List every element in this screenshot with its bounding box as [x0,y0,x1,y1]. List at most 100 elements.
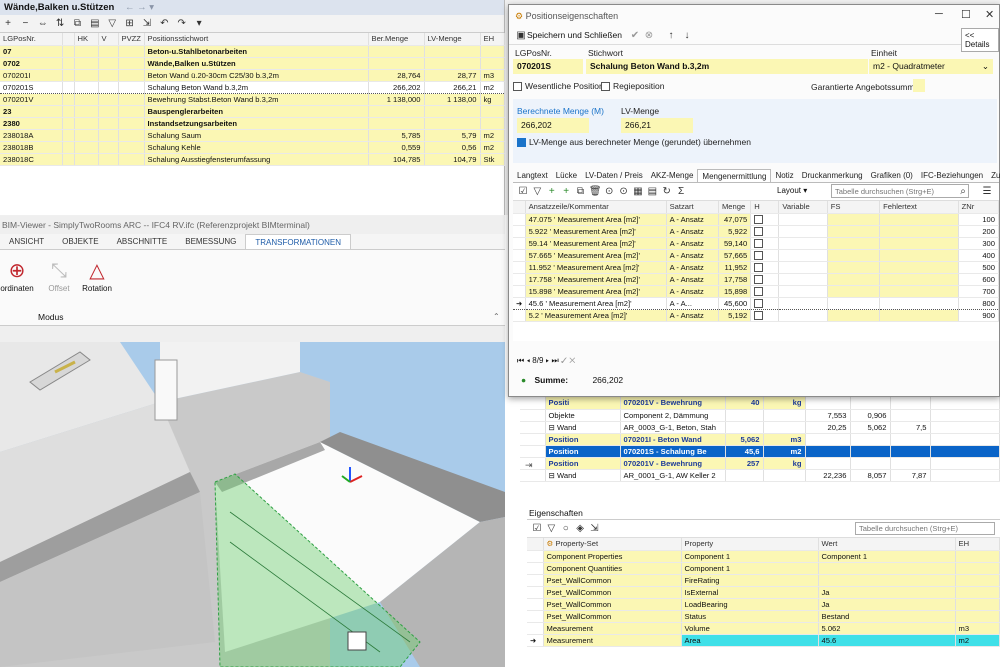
ansatz-cell[interactable]: 5.2 ' Measurement Area [m2]' [525,309,667,322]
ansatz-cell[interactable]: 57.665 ' Measurement Area [m2]' [525,249,667,262]
variable-cell[interactable] [778,237,828,250]
position-row[interactable]: 070201I Beton Wand ü.20-30cm C25/30 b.3,2… [0,69,505,82]
fs-cell[interactable] [827,249,881,262]
tab-notiz[interactable]: Notiz [771,169,797,182]
variable-cell[interactable] [778,249,828,262]
garantiert-field[interactable] [913,79,925,92]
variable-cell[interactable] [778,296,828,310]
tab-druckanmerkung[interactable]: Druckanmerkung [798,169,867,182]
row-indicator[interactable] [527,550,544,563]
h-checkbox-cell[interactable] [750,285,780,298]
props-col-propertyset[interactable]: ⚙ Property-Set [543,538,682,551]
position-row[interactable]: 070201V Bewehrung Stabst.Beton Wand b.3,2… [0,93,505,106]
position-col-2[interactable]: HK [74,33,99,46]
row-indicator[interactable] [527,586,544,599]
add-icon[interactable]: + [2,18,14,30]
tab-ansicht[interactable]: ANSICHT [0,234,53,249]
settings-icon[interactable]: ▾ [193,18,205,30]
h-checkbox-cell[interactable] [750,273,780,286]
position-col-7[interactable]: LV-Menge [424,33,481,46]
h-checkbox-cell[interactable] [750,225,780,238]
position-row[interactable]: 0702 Wände,Balken u.Stützen [0,57,505,70]
position-row[interactable]: 238018C Schalung Ausstiegfensterumfassung… [0,153,505,166]
props-col-wert[interactable]: Wert [818,538,956,551]
formula-icon[interactable]: ▤ [646,186,658,198]
ifc-tree-row[interactable]: ⊟ Wand AR_0003_G-1, Beton, Stah 20,25 5,062… [520,421,1000,434]
einheit-select[interactable]: m2 - Quadratmeter ⌄ [869,59,993,74]
h-checkbox[interactable] [754,250,764,260]
variable-cell[interactable] [778,273,828,286]
position-row[interactable]: 238018A Schalung Saum 5,785 5,79 m2 [0,129,505,142]
regie-checkbox[interactable]: Regieposition [601,81,665,92]
ifc-tree-row[interactable]: Objekte Component 2, Dämmung 7,553 0,906 [520,409,1000,422]
row-indicator[interactable] [527,562,544,575]
lv-menge-field[interactable]: 266,21 [621,118,693,133]
stichwort-field[interactable]: Schalung Beton Wand b.3,2m [586,59,868,74]
link-icon[interactable]: ⇲ [589,523,601,535]
mengen-row[interactable]: 57.665 ' Measurement Area [m2]' A - Ansat… [513,249,999,262]
h-checkbox-cell[interactable] [750,261,780,274]
row-indicator[interactable] [513,285,526,298]
mengen-row[interactable]: 11.952 ' Measurement Area [m2]' A - Ansat… [513,261,999,274]
mengen-col-7[interactable]: ZNr [958,201,999,214]
remove-icon[interactable]: − [19,18,31,30]
position-col-1[interactable] [62,33,75,46]
undo-icon[interactable]: ↶ [158,18,170,30]
copy-icon[interactable]: ⧉ [72,18,84,30]
redo-icon[interactable]: ↷ [176,18,188,30]
props-col-property[interactable]: Property [681,538,819,551]
ifc-tree-row[interactable]: Positi 070201V - Bewehrung 40 kg [520,397,1000,410]
move-up-icon[interactable]: ⊙ [603,186,615,198]
tab-grafiken[interactable]: Grafiken (0) [867,169,917,182]
calculator-icon[interactable]: ▦ [632,186,644,198]
satzart-cell[interactable]: A - Ansatz [666,225,719,238]
satzart-cell[interactable]: A - Ansatz [666,285,719,298]
next-page-icon[interactable]: ▸ [546,356,550,365]
variable-cell[interactable] [778,309,828,322]
rotation-button[interactable]: △ Rotation [72,258,122,293]
paste-icon[interactable]: ▤ [89,18,101,30]
maximize-icon[interactable]: ☐ [961,8,971,21]
cancel-row-icon[interactable]: ✕ [569,356,575,365]
satzart-cell[interactable]: A - Ansatz [666,213,719,226]
h-checkbox[interactable] [754,310,764,320]
satzart-cell[interactable]: A - Ansatz [666,249,719,262]
position-row[interactable]: 070201S Schalung Beton Wand b.3,2m 266,202… [0,80,505,94]
layout-dropdown[interactable]: Layout ▾ [777,186,807,195]
tab-transformationen[interactable]: TRANSFORMATIONEN [245,234,352,249]
search-icon[interactable]: ⌕ [957,186,969,198]
row-indicator[interactable] [513,249,526,262]
ber-menge-field[interactable]: 266,202 [517,118,589,133]
h-checkbox[interactable] [754,286,764,296]
tab-abschnitte[interactable]: ABSCHNITTE [108,234,177,249]
position-col-4[interactable]: PVZZ [118,33,145,46]
mengen-search-input[interactable]: Tabelle durchsuchen (Strg+E) [831,184,969,198]
tab-bemessung[interactable]: BEMESSUNG [176,234,245,249]
h-checkbox-cell[interactable] [750,213,780,226]
delete-icon[interactable]: 🗑 [589,186,602,198]
refresh-icon[interactable]: ↻ [661,186,673,198]
ansatz-cell[interactable]: 45.6 ' Measurement Area [m2]' [525,296,667,310]
tab-ifc-beziehungen[interactable]: IFC-Beziehungen [917,169,987,182]
nav-arrows[interactable]: ← → ▾ [125,2,154,13]
mengen-row[interactable]: 59.14 ' Measurement Area [m2]' A - Ansatz… [513,237,999,250]
row-indicator[interactable] [513,261,526,274]
variable-cell[interactable] [778,213,828,226]
ifc-tree-row[interactable]: Position 070201I - Beton Wand 5,062 m3 [520,433,1000,446]
ansatz-cell[interactable]: 59.14 ' Measurement Area [m2]' [525,237,667,250]
ansatz-cell[interactable]: 11.952 ' Measurement Area [m2]' [525,261,667,274]
row-indicator[interactable] [527,598,544,611]
position-row[interactable]: 07 Beton-u.Stahlbetonarbeiten [0,45,505,58]
tab-lv-daten[interactable]: LV-Daten / Preis [581,169,647,182]
position-col-5[interactable]: Positionsstichwort [144,33,369,46]
row-indicator[interactable]: ➜ [513,296,526,310]
property-row[interactable]: Component Quantities Component 1 [527,562,1000,575]
filter-icon[interactable]: ▽ [531,186,543,198]
row-indicator[interactable] [527,622,544,635]
fs-cell[interactable] [827,309,881,322]
h-checkbox-cell[interactable] [750,309,780,322]
mengen-row[interactable]: 15.898 ' Measurement Area [m2]' A - Ansat… [513,285,999,298]
details-button[interactable]: << Details [961,28,999,52]
filter-icon[interactable]: ▽ [545,523,557,535]
fs-cell[interactable] [827,273,881,286]
